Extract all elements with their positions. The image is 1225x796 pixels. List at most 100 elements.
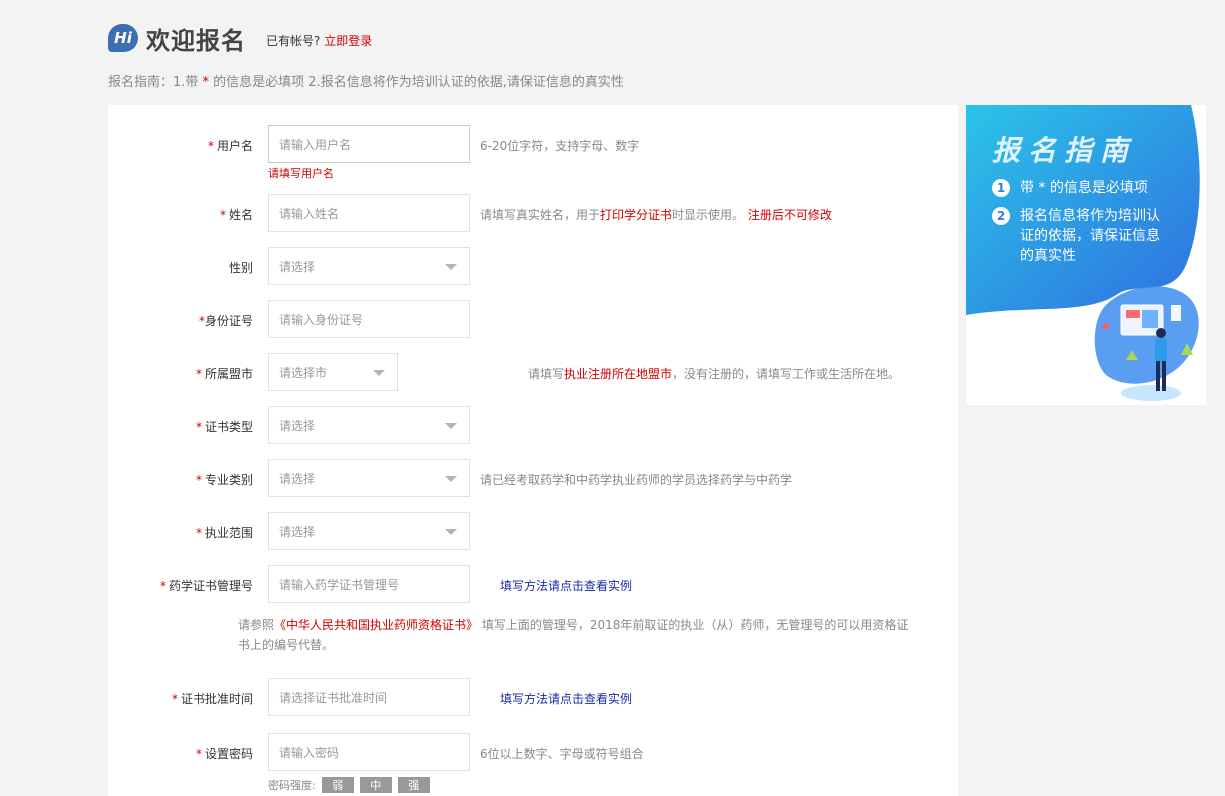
username-label-text: 用户名 <box>216 139 253 153</box>
city-hint-prefix: 请填写 <box>528 367 565 381</box>
page-header: Hi 欢迎报名 已有帐号? 立即登录 <box>108 18 372 58</box>
cert-number-label-text: 药学证书管理号 <box>168 579 253 593</box>
major-hint: 请已经考取药学和中药学执业药师的学员选择药学与中药学 <box>480 473 793 487</box>
login-link[interactable]: 立即登录 <box>324 34 372 48</box>
practice-scope-label-text: 执业范围 <box>204 526 253 540</box>
row-id-number: *身份证号 请输入身份证号 <box>108 300 958 340</box>
strength-strong: 强 <box>397 777 430 793</box>
row-major: * 专业类别 请选择 请已经考取药学和中药学执业药师的学员选择药学与中药学 <box>108 459 958 499</box>
row-username: * 用户名 请输入用户名 6-20位字符，支持字母、数字 请填写用户名 <box>108 125 958 185</box>
has-account-text: 已有帐号? 立即登录 <box>266 32 372 49</box>
major-label: * 专业类别 <box>108 471 253 488</box>
cert-number-note: 请参照《中华人民共和国执业药师资格证书》 填写上面的管理号，2018年前取证的执… <box>238 615 918 655</box>
major-select[interactable]: 请选择 <box>268 459 470 497</box>
row-city: * 所属盟市 请选择市 请填写执业注册所在地盟市，没有注册的，请填写工作或生活所在… <box>108 353 958 393</box>
guide-suffix: 的信息是必填项 2.报名信息将作为培训认证的依据,请保证信息的真实性 <box>209 75 624 90</box>
has-account-label: 已有帐号? <box>266 33 321 48</box>
gender-label: 性别 <box>228 261 253 275</box>
city-hint-suffix: ，没有注册的，请填写工作或生活所在地。 <box>672 367 901 381</box>
required-mark: * <box>207 139 214 153</box>
username-hint: 6-20位字符，支持字母、数字 <box>480 139 640 153</box>
password-strength: 密码强度: 弱 中 强 <box>268 777 430 793</box>
row-gender: 性别 请选择 <box>108 247 958 287</box>
approval-date-label-text: 证书批准时间 <box>180 692 253 706</box>
registration-form: * 用户名 请输入用户名 6-20位字符，支持字母、数字 请填写用户名 * 姓名 请… <box>108 105 958 796</box>
cert-number-label: * 药学证书管理号 <box>108 577 253 594</box>
username-error: 请填写用户名 <box>268 167 334 180</box>
username-label: * 用户名 <box>108 137 253 154</box>
required-mark: * <box>195 747 202 761</box>
city-label-text: 所属盟市 <box>204 367 253 381</box>
approval-date-placeholder: 请选择证书批准时间 <box>279 690 388 705</box>
guide-item-2: 2 报名信息将作为培训认证的依据，请保证信息的真实性 <box>992 206 1172 266</box>
gender-select[interactable]: 请选择 <box>268 247 470 285</box>
id-number-input[interactable]: 请输入身份证号 <box>268 300 470 338</box>
row-cert-number: * 药学证书管理号 请输入药学证书管理号 填写方法请点击查看实例 <box>108 565 958 605</box>
required-mark: * <box>195 367 202 381</box>
practice-scope-label: * 执业范围 <box>108 524 253 541</box>
required-mark: * <box>195 526 202 540</box>
city-selected: 请选择市 <box>279 365 328 380</box>
required-mark: * <box>195 420 202 434</box>
cert-number-example-link-text[interactable]: 填写方法请点击查看实例 <box>500 579 632 593</box>
approval-date-example-link-text[interactable]: 填写方法请点击查看实例 <box>500 692 632 706</box>
chevron-down-icon <box>373 370 385 376</box>
practice-scope-selected: 请选择 <box>279 524 316 539</box>
strength-medium: 中 <box>359 777 392 793</box>
cert-type-label-text: 证书类型 <box>204 420 253 434</box>
cert-note-prefix: 请参照 <box>238 618 275 632</box>
id-number-placeholder: 请输入身份证号 <box>279 312 364 327</box>
row-approval-date: * 证书批准时间 请选择证书批准时间 填写方法请点击查看实例 <box>108 678 958 718</box>
name-hint-unmodifiable: 注册后不可修改 <box>747 208 832 222</box>
cert-note-red: 《中华人民共和国执业药师资格证书》 <box>274 618 479 632</box>
chevron-down-icon <box>445 529 457 535</box>
gender-selected: 请选择 <box>279 259 316 274</box>
password-placeholder: 请输入密码 <box>279 745 340 760</box>
registration-guide-line: 报名指南：1.带 * 的信息是必填项 2.报名信息将作为培训认证的依据,请保证信… <box>108 71 624 90</box>
major-label-text: 专业类别 <box>204 473 253 487</box>
username-input[interactable]: 请输入用户名 <box>268 125 470 163</box>
cert-type-select[interactable]: 请选择 <box>268 406 470 444</box>
row-practice-scope: * 执业范围 请选择 <box>108 512 958 552</box>
guide-item-text: 报名信息将作为培训认证的依据，请保证信息的真实性 <box>1020 208 1160 264</box>
password-input[interactable]: 请输入密码 <box>268 733 470 771</box>
password-label: * 设置密码 <box>108 745 253 762</box>
guide-item-text: 带 * 的信息是必填项 <box>1020 180 1148 196</box>
cert-number-example-link[interactable]: 填写方法请点击查看实例 <box>500 577 632 594</box>
approval-date-input[interactable]: 请选择证书批准时间 <box>268 678 470 716</box>
chevron-down-icon <box>445 476 457 482</box>
required-mark: * <box>159 579 166 593</box>
approval-date-example-link[interactable]: 填写方法请点击查看实例 <box>500 690 632 707</box>
name-hint-mid: 时显示使用。 <box>672 208 748 222</box>
cert-type-selected: 请选择 <box>279 418 316 433</box>
password-hint: 6位以上数字、字母或符号组合 <box>480 747 644 761</box>
name-label-text: 姓名 <box>228 208 253 222</box>
cert-number-input[interactable]: 请输入药学证书管理号 <box>268 565 470 603</box>
city-label: * 所属盟市 <box>108 365 253 382</box>
required-mark: * <box>171 692 178 706</box>
city-hint: 请填写执业注册所在地盟市，没有注册的，请填写工作或生活所在地。 <box>528 365 900 382</box>
row-cert-type: * 证书类型 请选择 <box>108 406 958 446</box>
guide-card: 报名指南 1 带 * 的信息是必填项 2 报名信息将作为培训认证的依据，请保证信… <box>966 105 1206 405</box>
row-password: * 设置密码 请输入密码 6位以上数字、字母或符号组合 <box>108 733 958 773</box>
practice-scope-select[interactable]: 请选择 <box>268 512 470 550</box>
guide-item-number: 1 <box>992 179 1010 197</box>
guide-item-number: 2 <box>992 207 1010 225</box>
name-hint-prefix: 请填写真实姓名，用于 <box>480 208 601 222</box>
required-mark: * <box>219 208 226 222</box>
row-name: * 姓名 请输入姓名 请填写真实姓名，用于打印学分证书时显示使用。 注册后不可修改 <box>108 194 958 234</box>
name-input[interactable]: 请输入姓名 <box>268 194 470 232</box>
strength-label: 密码强度: <box>268 779 316 792</box>
username-placeholder: 请输入用户名 <box>279 137 352 152</box>
chevron-down-icon <box>445 264 457 270</box>
cert-number-placeholder: 请输入药学证书管理号 <box>279 577 400 592</box>
name-label: * 姓名 <box>108 206 253 223</box>
city-select[interactable]: 请选择市 <box>268 353 398 391</box>
page-title: 欢迎报名 <box>146 26 246 55</box>
strength-weak: 弱 <box>321 777 354 793</box>
name-placeholder: 请输入姓名 <box>279 206 340 221</box>
hi-logo-icon: Hi <box>108 24 138 52</box>
guide-prefix: 报名指南：1.带 <box>108 75 203 90</box>
city-hint-red: 执业注册所在地盟市 <box>564 367 673 381</box>
major-selected: 请选择 <box>279 471 316 486</box>
